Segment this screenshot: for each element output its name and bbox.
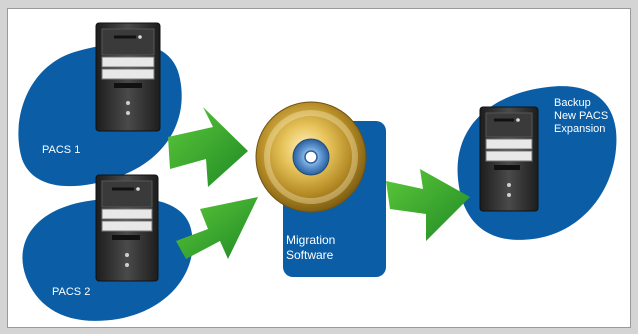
diagram-frame: PACS 1 PACS 2 Migration Software Backup … xyxy=(7,8,631,328)
backup-label: Backup New PACS Expansion xyxy=(554,97,609,135)
arrow-migration-to-backup xyxy=(386,169,470,241)
migration-diagram xyxy=(18,22,617,321)
migration-software-label: Migration Software xyxy=(286,233,336,262)
pacs2-label: PACS 2 xyxy=(52,286,91,298)
pacs1-label: PACS 1 xyxy=(42,144,81,156)
pacs1-server-tower-icon xyxy=(95,22,161,132)
backup-server-tower-icon xyxy=(479,106,539,212)
pacs2-server-tower-icon xyxy=(95,174,159,282)
arrow-pacs1-to-migration xyxy=(168,107,248,187)
cd-disc-icon xyxy=(255,101,367,213)
